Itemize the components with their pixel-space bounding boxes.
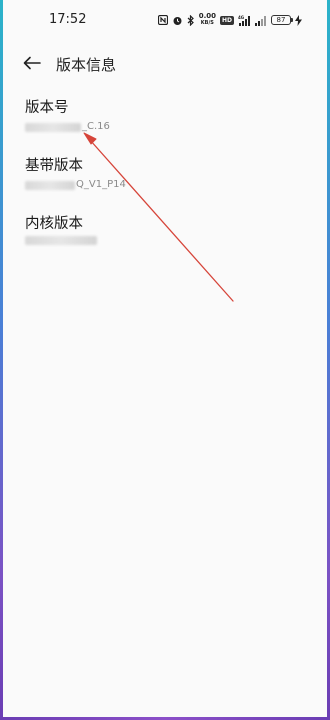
charging-icon (295, 14, 302, 26)
version-number-value: _C.16 (25, 120, 305, 134)
screen-edge-left (0, 0, 3, 720)
status-time: 17:52 (49, 12, 87, 27)
status-icons: 0.00 KB/S HD 4G 87 (157, 12, 302, 28)
alarm-icon (172, 15, 183, 26)
version-number-item[interactable]: 版本号 _C.16 (25, 98, 305, 134)
bluetooth-icon (187, 14, 195, 26)
net-speed-value: 0.00 (198, 12, 216, 20)
battery-level: 87 (276, 16, 286, 24)
page-title: 版本信息 (56, 56, 117, 74)
net-speed-unit: KB/S (200, 20, 214, 26)
header: 版本信息 (0, 48, 330, 80)
version-number-label: 版本号 (25, 100, 69, 116)
back-arrow-icon (23, 56, 41, 70)
redacted-block (25, 180, 75, 190)
version-number-value-text: _C.16 (82, 121, 110, 132)
back-button[interactable] (20, 51, 44, 75)
battery-icon: 87 (271, 15, 293, 25)
net-speed: 0.00 KB/S (199, 13, 216, 27)
signal-4g-icon: 4G (238, 15, 251, 26)
redacted-block (25, 122, 81, 132)
baseband-version-value: Q_V1_P14 (25, 178, 305, 192)
kernel-version-value (25, 236, 305, 245)
baseband-version-item[interactable]: 基带版本 Q_V1_P14 (25, 156, 305, 192)
kernel-version-label: 内核版本 (25, 216, 83, 232)
svg-text:4G: 4G (238, 15, 244, 20)
status-bar: 17:52 0.00 KB/S HD 4G 87 (0, 0, 330, 40)
kernel-version-item[interactable]: 内核版本 (25, 214, 305, 245)
baseband-version-value-text: Q_V1_P14 (76, 179, 126, 190)
hd-icon: HD (219, 15, 234, 25)
nfc-icon (157, 15, 168, 25)
signal-icon (255, 15, 267, 26)
baseband-version-label: 基带版本 (25, 158, 83, 174)
redacted-block (25, 236, 97, 245)
